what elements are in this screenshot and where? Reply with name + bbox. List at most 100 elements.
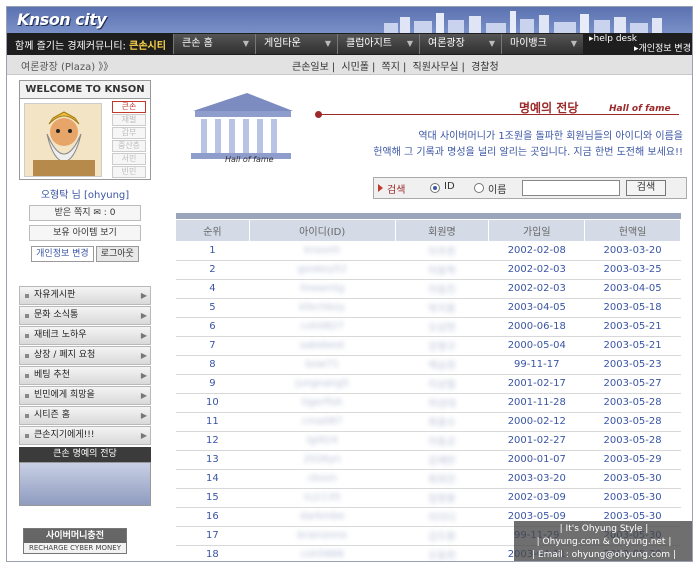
- table-row[interactable]: 9 jungnang5 이상철 2001-02-17 2003-05-27: [175, 374, 681, 394]
- hall-of-fame-image[interactable]: [19, 462, 151, 506]
- col-id: 아이디(ID): [248, 218, 396, 242]
- chevron-down-icon: ▼: [570, 39, 577, 48]
- table-row[interactable]: 1 knsonh 이주한 2002-02-08 2003-03-20: [175, 241, 681, 261]
- id-cell: jungnang5: [249, 374, 396, 394]
- sub-link-police[interactable]: 경찰청: [471, 62, 499, 73]
- help-links: ▸help desk ▸개인정보 변경: [585, 34, 692, 54]
- rank-cell: 10: [175, 393, 250, 413]
- table-row[interactable]: 13 2026yn 김재만 2000-01-07 2003-05-29: [175, 450, 681, 470]
- table-row[interactable]: 12 lgi924 이동균 2001-02-27 2003-05-28: [175, 431, 681, 451]
- nav-tab-plaza[interactable]: 여론광장 ▼: [419, 34, 501, 54]
- sub-link-news[interactable]: 큰손일보: [292, 62, 329, 73]
- table-row[interactable]: 5 kfechboy 박지용 2003-04-05 2003-05-18: [175, 298, 681, 318]
- rank-badge: 큰손: [112, 101, 146, 113]
- rank-cell: 15: [175, 488, 250, 508]
- rank-cell: 2: [175, 260, 250, 280]
- sub-link-note[interactable]: 쪽지: [382, 62, 400, 73]
- rank-cell: 12: [175, 431, 250, 451]
- menu-item-hope[interactable]: 빈민에게 희망을 ▶: [19, 386, 151, 405]
- col-name: 회원명: [394, 218, 490, 242]
- induct-date-cell: 2003-05-29: [584, 450, 681, 470]
- name-cell: 이이다: [395, 507, 489, 527]
- radio-id-label: ID: [444, 181, 455, 192]
- radio-id[interactable]: [430, 183, 440, 193]
- induct-date-cell: 2003-03-20: [584, 241, 681, 261]
- chevron-right-icon: ▶: [140, 371, 147, 380]
- logout-button[interactable]: 로그아웃: [95, 246, 139, 262]
- join-date-cell: 2000-06-18: [488, 317, 585, 337]
- menu-item-culture[interactable]: 문화 소식통 ▶: [19, 306, 151, 325]
- table-row[interactable]: 7 sakebest 강형구 2000-05-04 2003-05-21: [175, 336, 681, 356]
- name-cell: 오상현: [395, 317, 489, 337]
- watermark-overlay: | It's Ohyung Style | | Ohyung.com & Ohy…: [514, 521, 692, 561]
- induct-date-cell: 2003-05-30: [584, 469, 681, 489]
- induct-date-cell: 2003-05-18: [584, 298, 681, 318]
- nav-tab-gametown[interactable]: 게임타운 ▼: [255, 34, 337, 54]
- edit-profile-button[interactable]: 개인정보 변경: [31, 246, 94, 262]
- menu-item-listing-request[interactable]: 상장 / 폐지 요청 ▶: [19, 346, 151, 365]
- induct-date-cell: 2003-05-28: [584, 431, 681, 451]
- join-date-cell: 2000-01-07: [488, 450, 585, 470]
- id-cell: coh0827: [249, 317, 396, 337]
- site-logo[interactable]: Knson city: [17, 10, 107, 29]
- chevron-right-icon: ▶: [140, 351, 147, 360]
- received-messages-button[interactable]: 받은 쪽지 ✉ : 0: [29, 205, 141, 221]
- view-items-button[interactable]: 보유 아이템 보기: [29, 225, 141, 241]
- id-cell: kfechboy: [249, 298, 396, 318]
- table-row[interactable]: 4 lineamtg 이동진 2002-02-03 2003-04-05: [175, 279, 681, 299]
- recharge-cyber-money-button[interactable]: 사이버머니충전 RECHARGE CYBER MONEY: [23, 528, 127, 554]
- table-row[interactable]: 14 ckoon 최희진 2003-03-20 2003-05-30: [175, 469, 681, 489]
- table-row[interactable]: 2 gookey52 이동혁 2002-02-03 2003-03-25: [175, 260, 681, 280]
- nav-tab-home[interactable]: 큰손 홈 ▼: [173, 34, 255, 54]
- table-row[interactable]: 11 cma087 최용수 2000-02-12 2003-05-28: [175, 412, 681, 432]
- join-date-cell: 2000-02-12: [488, 412, 585, 432]
- rank-cell: 9: [175, 374, 250, 394]
- chevron-right-icon: ▶: [140, 431, 147, 440]
- menu-item-citizen-home[interactable]: 시티즌 홈 ▶: [19, 406, 151, 425]
- sub-link-office[interactable]: 직원사무실: [413, 62, 459, 73]
- induct-date-cell: 2003-05-23: [584, 355, 681, 375]
- avatar: [24, 103, 102, 177]
- nav-tab-mybank[interactable]: 마이뱅크 ▼: [501, 34, 583, 54]
- menu-item-free-board[interactable]: 자유게시판 ▶: [19, 286, 151, 305]
- page-title: 명예의 전당: [519, 101, 579, 115]
- name-cell: 최희진: [395, 469, 489, 489]
- nav-tab-club[interactable]: 클럽아지트 ▼: [337, 34, 419, 54]
- menu-item-finance[interactable]: 재테크 노하우 ▶: [19, 326, 151, 345]
- city-skyline-graphic: [384, 11, 662, 33]
- name-cell: 이동균: [395, 431, 489, 451]
- join-date-cell: 2003-03-20: [488, 469, 585, 489]
- rank-cell: 5: [175, 298, 250, 318]
- name-cell: 백승현: [395, 355, 489, 375]
- join-date-cell: 2002-02-03: [488, 260, 585, 280]
- rank-badge: 빈민: [112, 166, 146, 178]
- rank-cell: 17: [175, 526, 250, 546]
- chevron-right-icon: ▶: [140, 291, 147, 300]
- hall-of-fame-caption: Hall of fame: [225, 155, 274, 164]
- username: 오형탁 님 [ohyung]: [40, 190, 130, 201]
- table-row[interactable]: 10 tigerfish 허성대 2001-11-28 2003-05-28: [175, 393, 681, 413]
- search-button[interactable]: 검색: [626, 180, 666, 196]
- menu-item-contact[interactable]: 큰손지기에게!!! ▶: [19, 426, 151, 445]
- name-cell: 이주한: [395, 241, 489, 261]
- table-row[interactable]: 6 coh0827 오상현 2000-06-18 2003-05-21: [175, 317, 681, 337]
- id-cell: tigerfish: [249, 393, 396, 413]
- radio-name[interactable]: [474, 183, 484, 193]
- hall-of-fame-link[interactable]: 큰손 명예의 전당: [19, 447, 151, 462]
- sub-link-poll[interactable]: 시민폴: [341, 62, 369, 73]
- help-desk-link[interactable]: ▸help desk: [589, 34, 692, 44]
- menu-item-betting[interactable]: 베팅 추천 ▶: [19, 366, 151, 385]
- chevron-right-icon: ▶: [140, 311, 147, 320]
- search-input[interactable]: [522, 180, 620, 196]
- table-row[interactable]: 8 bow71 백승현 99-11-17 2003-05-23: [175, 355, 681, 375]
- chevron-down-icon: ▼: [324, 39, 331, 48]
- page-subtitle: Hall of fame: [609, 104, 671, 114]
- rank-badge: 갑부: [112, 127, 146, 139]
- rank-cell: 13: [175, 450, 250, 470]
- table-row[interactable]: 15 lcj1135 엄정용 2002-03-09 2003-05-30: [175, 488, 681, 508]
- join-date-cell: 2002-03-09: [488, 488, 585, 508]
- rank-badge: 서민: [112, 153, 146, 165]
- chevron-right-icon: ▶: [140, 331, 147, 340]
- profile-edit-link[interactable]: ▸개인정보 변경: [589, 44, 692, 54]
- zeus-avatar-icon: [25, 104, 101, 176]
